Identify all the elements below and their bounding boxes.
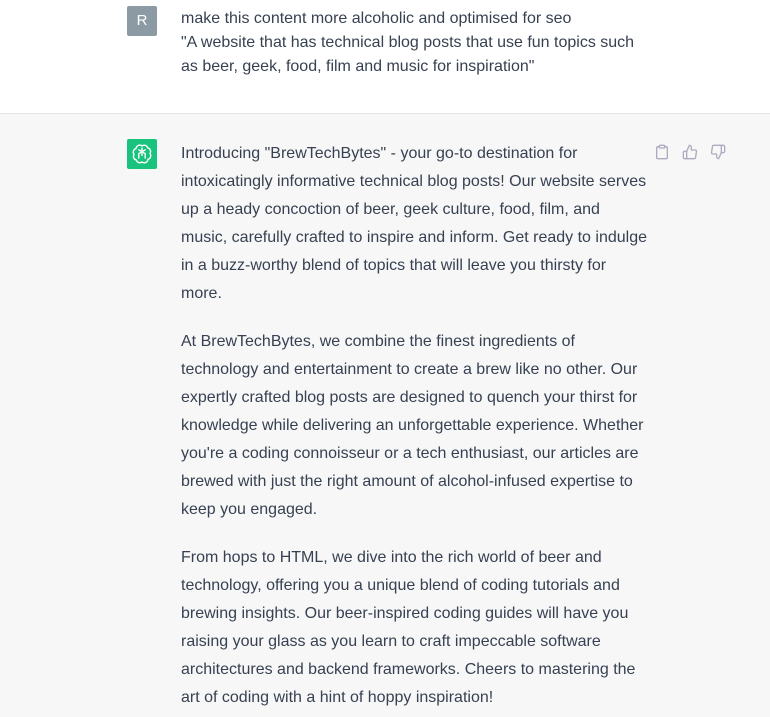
user-message-line: "A website that has technical blog posts…: [181, 34, 635, 75]
thumbs-up-icon: [682, 144, 698, 160]
user-message: R make this content more alcoholic and o…: [0, 0, 770, 114]
message-actions: [652, 142, 728, 162]
thumbs-up-button[interactable]: [680, 142, 700, 162]
chat-thread: R make this content more alcoholic and o…: [0, 0, 770, 717]
copy-button[interactable]: [652, 142, 672, 162]
assistant-message-text: Introducing "BrewTechBytes" - your go-to…: [181, 140, 647, 717]
assistant-message: Introducing "BrewTechBytes" - your go-to…: [0, 114, 770, 717]
assistant-paragraph: From hops to HTML, we dive into the rich…: [181, 549, 636, 706]
openai-logo-icon: [127, 139, 157, 169]
user-avatar: R: [127, 6, 157, 36]
thumbs-down-button[interactable]: [708, 142, 728, 162]
user-message-text: make this content more alcoholic and opt…: [181, 7, 651, 79]
clipboard-icon: [656, 144, 668, 160]
assistant-paragraph: At BrewTechBytes, we combine the finest …: [181, 333, 644, 518]
assistant-paragraph: Introducing "BrewTechBytes" - your go-to…: [181, 145, 647, 302]
user-message-line: make this content more alcoholic and opt…: [181, 10, 572, 27]
thumbs-down-icon: [710, 144, 726, 160]
